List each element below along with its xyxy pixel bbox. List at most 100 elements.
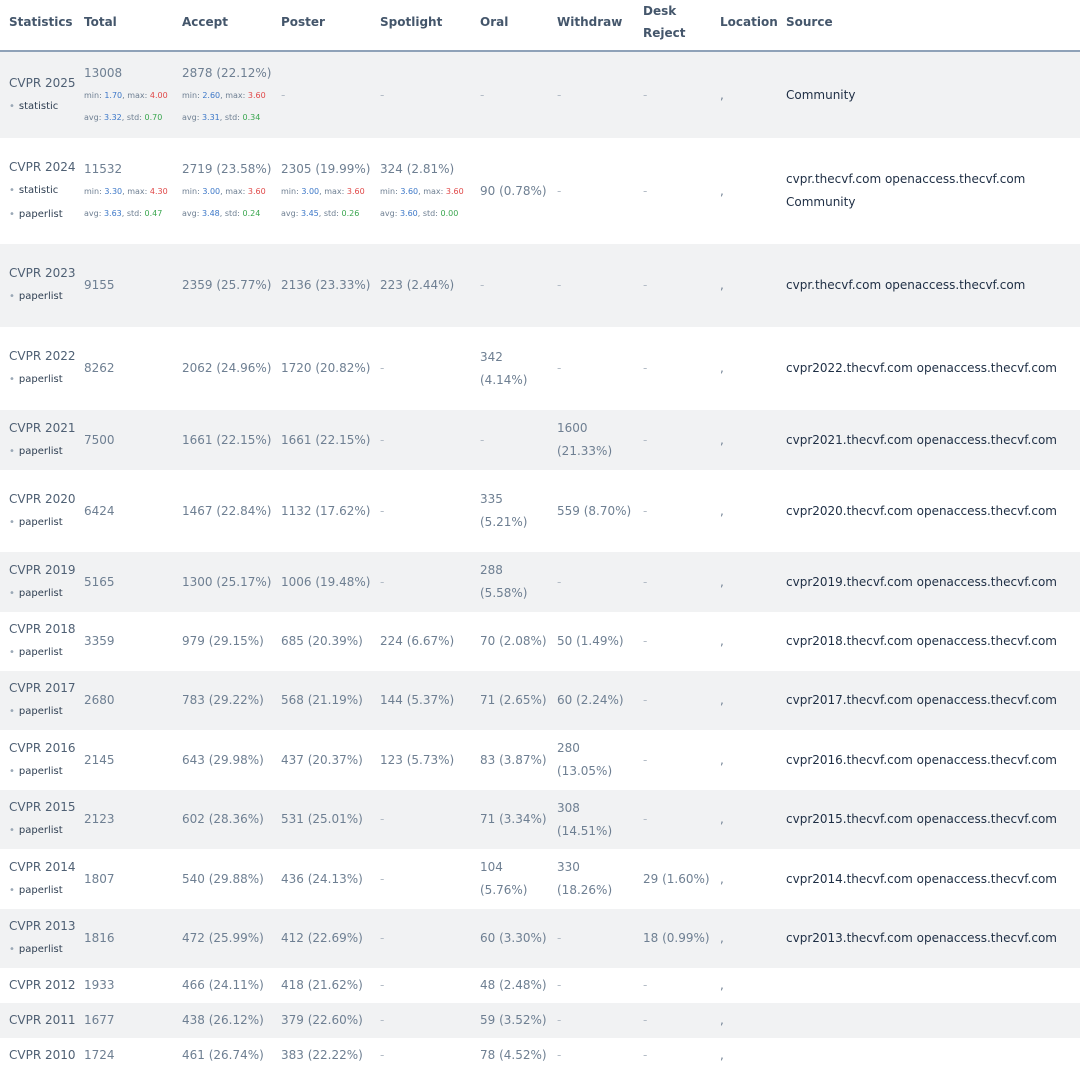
- row-link-paperlist[interactable]: paperlist: [9, 582, 77, 606]
- desk-reject-value-text: -: [643, 1013, 648, 1027]
- conference-name: CVPR 2013 paperlist: [9, 915, 77, 962]
- oral-value: 78 (4.52%): [480, 1044, 550, 1067]
- conference-title: CVPR 2020: [9, 492, 76, 506]
- header-total[interactable]: Total: [84, 11, 117, 33]
- row-link-paperlist[interactable]: paperlist: [9, 285, 77, 309]
- location-value-text: ,: [720, 184, 724, 198]
- poster-value-text: 437 (20.37%): [281, 753, 363, 767]
- row-link-paperlist[interactable]: paperlist: [9, 879, 77, 903]
- conference-title: CVPR 2025: [9, 76, 76, 90]
- source-links[interactable]: cvpr2015.thecvf.com openaccess.thecvf.co…: [786, 808, 1066, 831]
- location-value-text: ,: [720, 931, 724, 945]
- stats-avgstd: avg: 3.63, std: 0.47: [84, 209, 163, 218]
- table-row: CVPR 2010 1724 461 (26.74%) 383 (22.22%) -78…: [0, 1038, 1080, 1073]
- row-link-statistic[interactable]: statistic: [9, 95, 77, 119]
- poster-value-text: 412 (22.69%): [281, 931, 363, 945]
- oral-value-text: 288 (5.58%): [480, 563, 528, 600]
- row-link-paperlist[interactable]: paperlist: [9, 368, 77, 392]
- poster-value: 2305 (19.99%) min: 3.00, max: 3.60 avg: 3.…: [281, 158, 370, 225]
- source-links[interactable]: cvpr2022.thecvf.com openaccess.thecvf.co…: [786, 357, 1066, 380]
- conference-title: CVPR 2017: [9, 681, 76, 695]
- accept-value-text: 602 (28.36%): [182, 812, 264, 826]
- total-value-text: 13008: [84, 66, 123, 80]
- source-links[interactable]: cvpr.thecvf.com openaccess.thecvf.com Co…: [786, 168, 1066, 214]
- location-value: ,: [720, 1009, 724, 1032]
- accept-value: 643 (29.98%): [182, 749, 264, 772]
- total-value-text: 2680: [84, 693, 115, 707]
- spotlight-value: 144 (5.37%): [380, 689, 454, 712]
- withdraw-value-text: -: [557, 278, 562, 292]
- stat-avg-value: 3.63: [103, 209, 122, 218]
- location-value-text: ,: [720, 575, 724, 589]
- withdraw-value-text: 559 (8.70%): [557, 504, 632, 518]
- desk-reject-value: -: [643, 180, 647, 203]
- conference-name: CVPR 2018 paperlist: [9, 618, 77, 665]
- accept-value-text: 466 (24.11%): [182, 978, 264, 992]
- spotlight-value: -: [380, 808, 384, 831]
- source-links[interactable]: cvpr2018.thecvf.com openaccess.thecvf.co…: [786, 630, 1066, 653]
- stat-min-value: 2.60: [202, 91, 221, 100]
- desk-reject-value-text: -: [643, 361, 648, 375]
- accept-value: 461 (26.74%): [182, 1044, 264, 1067]
- desk-reject-value: -: [643, 974, 647, 997]
- header-location[interactable]: Location: [720, 11, 778, 33]
- poster-value: 1006 (19.48%): [281, 571, 370, 594]
- stat-std-value: 0.26: [341, 209, 360, 218]
- source-links[interactable]: cvpr2014.thecvf.com openaccess.thecvf.co…: [786, 868, 1066, 891]
- source-links[interactable]: cvpr2017.thecvf.com openaccess.thecvf.co…: [786, 689, 1066, 712]
- header-statistics[interactable]: Statistics: [9, 11, 73, 33]
- spotlight-value-text: -: [380, 361, 385, 375]
- oral-value-text: 71 (3.34%): [480, 812, 547, 826]
- location-value: ,: [720, 429, 724, 452]
- header-accept[interactable]: Accept: [182, 11, 228, 33]
- header-oral[interactable]: Oral: [480, 11, 508, 33]
- location-value: ,: [720, 571, 724, 594]
- accept-value: 466 (24.11%): [182, 974, 264, 997]
- withdraw-value-text: 50 (1.49%): [557, 634, 624, 648]
- row-link-paperlist[interactable]: paperlist: [9, 641, 77, 665]
- accept-value-text: 2062 (24.96%): [182, 361, 272, 375]
- spotlight-value: -: [380, 1044, 384, 1067]
- row-link-paperlist[interactable]: paperlist: [9, 938, 77, 962]
- header-desk-reject[interactable]: Desk Reject: [643, 0, 703, 44]
- row-link-statistic[interactable]: statistic: [9, 179, 77, 203]
- withdraw-value: -: [557, 927, 635, 950]
- header-spotlight[interactable]: Spotlight: [380, 11, 442, 33]
- withdraw-value: -: [557, 571, 635, 594]
- header-withdraw[interactable]: Withdraw: [557, 11, 622, 33]
- total-value-text: 2123: [84, 812, 115, 826]
- conference-title: CVPR 2019: [9, 563, 76, 577]
- header-source[interactable]: Source: [786, 11, 833, 33]
- row-link-paperlist[interactable]: paperlist: [9, 440, 77, 464]
- total-value-text: 5165: [84, 575, 115, 589]
- header-poster[interactable]: Poster: [281, 11, 325, 33]
- source-links[interactable]: cvpr2016.thecvf.com openaccess.thecvf.co…: [786, 749, 1066, 772]
- desk-reject-value: -: [643, 274, 647, 297]
- table-row: CVPR 2016 paperlist 2145 643 (29.98%) 437 (2…: [0, 730, 1080, 790]
- row-link-paperlist[interactable]: paperlist: [9, 203, 77, 227]
- source-links[interactable]: cvpr2013.thecvf.com openaccess.thecvf.co…: [786, 927, 1066, 950]
- source-links[interactable]: cvpr2021.thecvf.com openaccess.thecvf.co…: [786, 429, 1066, 452]
- total-value: 1933: [84, 974, 115, 997]
- spotlight-value: -: [380, 571, 384, 594]
- stats-avgstd: avg: 3.31, std: 0.34: [182, 113, 261, 122]
- withdraw-value-text: 308 (14.51%): [557, 801, 613, 838]
- row-link-paperlist[interactable]: paperlist: [9, 819, 77, 843]
- total-value-text: 1724: [84, 1048, 115, 1062]
- spotlight-value-text: 224 (6.67%): [380, 634, 455, 648]
- row-link-paperlist[interactable]: paperlist: [9, 511, 77, 535]
- poster-value-text: 685 (20.39%): [281, 634, 363, 648]
- poster-value-text: 379 (22.60%): [281, 1013, 363, 1027]
- location-value-text: ,: [720, 812, 724, 826]
- row-link-paperlist[interactable]: paperlist: [9, 760, 77, 784]
- total-value: 9155: [84, 274, 115, 297]
- source-links[interactable]: Community: [786, 84, 1066, 107]
- source-links[interactable]: cvpr2020.thecvf.com openaccess.thecvf.co…: [786, 500, 1066, 523]
- table-row: CVPR 2017 paperlist 2680 783 (29.22%) 568 (2…: [0, 671, 1080, 730]
- oral-value-text: -: [480, 433, 485, 447]
- source-links[interactable]: cvpr.thecvf.com openaccess.thecvf.com: [786, 274, 1066, 297]
- source-links[interactable]: cvpr2019.thecvf.com openaccess.thecvf.co…: [786, 571, 1066, 594]
- row-link-paperlist[interactable]: paperlist: [9, 700, 77, 724]
- accept-value-text: 2359 (25.77%): [182, 278, 272, 292]
- location-value-text: ,: [720, 278, 724, 292]
